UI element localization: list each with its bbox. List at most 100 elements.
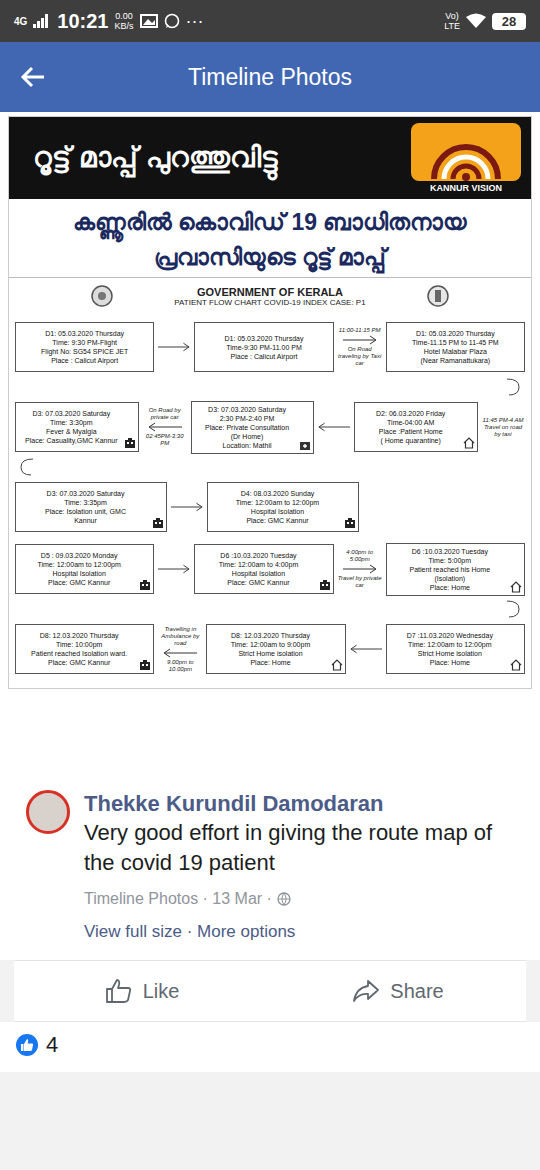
flow-box: D3: 07.03.2020 SaturdayTime: 3:30pmFever… bbox=[15, 402, 139, 452]
headline-line: കണ്ണൂരിൽ കൊവിഡ് 19 ബാധിതനായ bbox=[73, 209, 468, 236]
flow-connector bbox=[317, 422, 351, 432]
box-line: Place: Casuality,GMC Kannur bbox=[25, 436, 117, 445]
arrow-icon bbox=[317, 422, 351, 432]
like-reaction-icon bbox=[16, 1034, 38, 1056]
network-label: 4G bbox=[14, 16, 27, 27]
status-bar: 4G 10:21 0.00KB/s ··· Vo)LTE 28 bbox=[0, 0, 540, 42]
reactions[interactable]: 4 bbox=[0, 1022, 540, 1072]
box-line: Place: Home bbox=[430, 658, 470, 667]
avatar[interactable] bbox=[26, 790, 70, 834]
box-line: Time: 12:00am to 12:00pm bbox=[236, 498, 319, 507]
route-map-document: റൂട്ട് മാപ്പ് പുറത്തുവിട്ടു KANNUR VISIO… bbox=[8, 116, 532, 689]
row-turn bbox=[15, 378, 525, 396]
box-line: Hotel Malabar Plaza bbox=[424, 347, 487, 356]
box-line: D6 :10.03.2020 Tuesday bbox=[220, 551, 296, 560]
hospital-icon bbox=[139, 579, 151, 591]
flow-connector bbox=[170, 502, 204, 512]
home-icon bbox=[463, 437, 475, 449]
box-line: Location: Mathil bbox=[222, 441, 271, 450]
box-line: Hospital Isolation bbox=[53, 569, 106, 578]
flow-chart: D1: 05.03.2020 ThursdayTime: 9:30 PM-Fli… bbox=[9, 314, 531, 688]
box-line: Place: Isolation unit, GMC bbox=[45, 507, 126, 516]
box-line: D2: 06.03.2020 Friday bbox=[376, 409, 445, 418]
arrow-icon bbox=[337, 564, 383, 574]
health-emblem-icon bbox=[426, 284, 450, 308]
flow-row: D3: 07.03.2020 SaturdayTime: 3:30pmFever… bbox=[15, 396, 525, 458]
box-line: Time: 12:00am to 12:00pm bbox=[37, 560, 120, 569]
arrow-icon bbox=[142, 422, 188, 432]
box-line: Place: GMC Kannur bbox=[227, 578, 289, 587]
box-line: Time: 10:00pm bbox=[56, 640, 102, 649]
arrow-icon bbox=[337, 335, 383, 345]
screen: 4G 10:21 0.00KB/s ··· Vo)LTE 28 Timeline… bbox=[0, 0, 540, 1170]
box-line: D8: 12.03.2020 Thursday bbox=[40, 631, 119, 640]
flow-connector bbox=[349, 644, 383, 654]
flow-connector: 4:00pm to 5:00pm Travel by private car bbox=[337, 549, 383, 589]
flow-box: D6 :10.03.2020 TuesdayTime: 12:00am to 4… bbox=[194, 544, 333, 594]
box-line: D1: 05.03.2020 Thursday bbox=[416, 329, 495, 338]
flow-row: D3: 07.03.2020 SaturdayTime: 3:35pmPlace… bbox=[15, 476, 525, 538]
box-line: Place: GMC Kannur bbox=[48, 578, 110, 587]
box-line: Kannur bbox=[74, 516, 97, 525]
box-line: D1: 05.03.2020 Thursday bbox=[45, 329, 124, 338]
post-meta: Timeline Photos · 13 Mar · bbox=[84, 890, 522, 908]
more-notifications: ··· bbox=[186, 11, 204, 32]
net-speed: 0.00KB/s bbox=[115, 11, 134, 31]
box-line: Place: GMC Kannur bbox=[48, 658, 110, 667]
home-icon bbox=[510, 581, 522, 593]
photo[interactable]: റൂട്ട് മാപ്പ് പുറത്തുവിട്ടു KANNUR VISIO… bbox=[0, 112, 540, 776]
medical-kit-icon bbox=[299, 439, 311, 451]
note-line: 11:45 PM-4 AM bbox=[483, 417, 524, 424]
flow-row: D5 : 09.03.2020 MondayTime: 12:00am to 1… bbox=[15, 538, 525, 600]
box-line: D5 : 09.03.2020 Monday bbox=[41, 551, 118, 560]
row-turn bbox=[15, 600, 525, 618]
thumbs-up-icon bbox=[105, 978, 133, 1004]
box-line: D3: 07.03.2020 Saturday bbox=[32, 409, 110, 418]
comment: Thekke Kurundil Damodaran Very good effo… bbox=[0, 776, 540, 960]
photo-links[interactable]: View full size · More options bbox=[84, 922, 522, 942]
author-name[interactable]: Thekke Kurundil Damodaran bbox=[84, 790, 522, 818]
box-line: Time-9:30 PM-11.00 PM bbox=[226, 343, 301, 352]
action-button[interactable]: Share bbox=[270, 961, 526, 1021]
box-line: Patient reached his Home bbox=[410, 565, 491, 574]
connector-label: 4:00pm to 5:00pm bbox=[337, 549, 383, 563]
flow-box: D4: 08.03.2020 SundayTime: 12:00am to 12… bbox=[207, 482, 359, 532]
flow-connector: Travelling in Ambulance by road 9.00pm t… bbox=[157, 626, 203, 673]
travel-note: 11:45 PM-4 AMTravel on road by taxi bbox=[481, 417, 525, 438]
box-line: D4: 08.03.2020 Sunday bbox=[241, 489, 315, 498]
box-line: 2:30 PM-2:40 PM bbox=[220, 414, 274, 423]
connector-label: On Road by private car bbox=[142, 407, 188, 421]
flow-row: D1: 05.03.2020 ThursdayTime: 9:30 PM-Fli… bbox=[15, 316, 525, 378]
connector-label: 02:45PM-3:30 PM bbox=[142, 433, 188, 447]
arrow-icon bbox=[170, 502, 204, 512]
box-line: D6 :10.03.2020 Tuesday bbox=[412, 547, 488, 556]
globe-icon bbox=[277, 892, 291, 906]
box-line: (Dr Home) bbox=[231, 432, 264, 441]
box-line: Place : Calicut Airport bbox=[231, 352, 298, 361]
box-line: (Isolation) bbox=[434, 574, 465, 583]
box-line: Hospital Isolation bbox=[232, 569, 285, 578]
box-line: D3: 07.03.2020 Saturday bbox=[208, 405, 286, 414]
hospital-icon bbox=[139, 659, 151, 671]
box-line: D8: 12.03.2020 Thursday bbox=[231, 631, 310, 640]
home-icon bbox=[510, 659, 522, 671]
box-line: Flight No: SG54 SPICE JET bbox=[41, 347, 128, 356]
turn-arrow-icon bbox=[505, 600, 521, 618]
share-icon bbox=[352, 978, 380, 1004]
flow-box: D5 : 09.03.2020 MondayTime: 12:00am to 1… bbox=[15, 544, 154, 594]
back-arrow-icon[interactable] bbox=[20, 65, 46, 89]
action-button[interactable]: Like bbox=[14, 961, 270, 1021]
flow-box: D3: 07.03.2020 Saturday2:30 PM-2:40 PMPl… bbox=[191, 401, 315, 454]
signal-icon bbox=[33, 14, 49, 28]
connector-label: 11:00-11:15 PM bbox=[339, 327, 381, 334]
chart-title: GOVERNMENT OF KERALA bbox=[174, 286, 365, 298]
gallery-icon bbox=[140, 14, 158, 28]
box-line: Time-11.15 PM to 11-45 PM bbox=[412, 338, 499, 347]
flow-connector bbox=[157, 342, 191, 352]
flow-box: D3: 07.03.2020 SaturdayTime: 3:35pmPlace… bbox=[15, 482, 167, 532]
box-line: Strict Home isolation bbox=[238, 649, 302, 658]
action-bar: Like Share bbox=[14, 960, 526, 1022]
box-line: Fever & Myalgia bbox=[46, 427, 97, 436]
volte-label: Vo)LTE bbox=[444, 11, 460, 31]
flow-connector: On Road by private car 02:45PM-3:30 PM bbox=[142, 407, 188, 447]
